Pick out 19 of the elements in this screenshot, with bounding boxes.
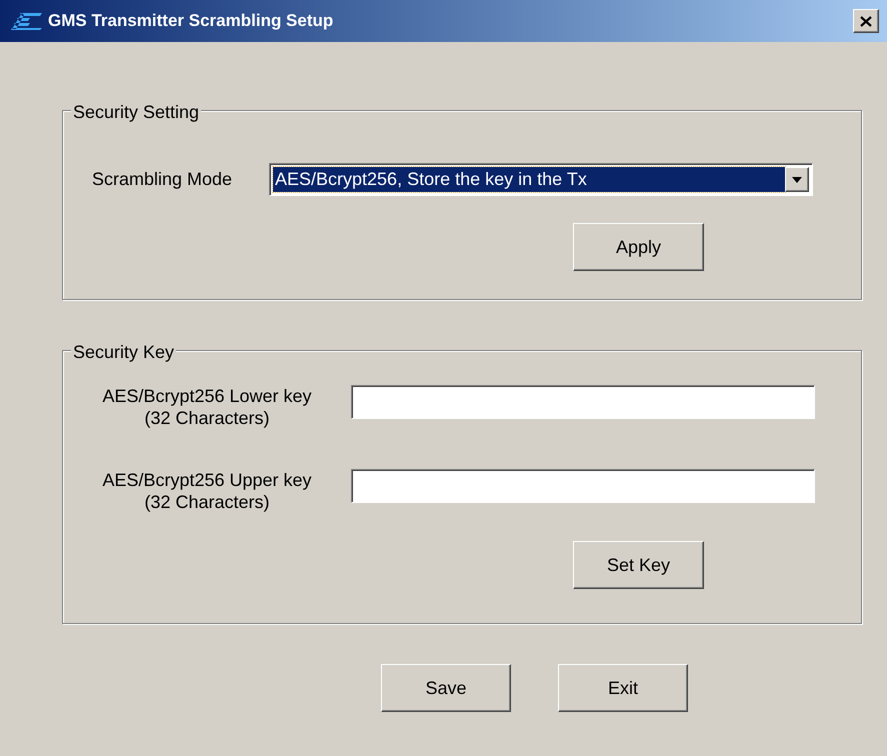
logo-icon: [10, 11, 44, 31]
key-label: AES/Bcrypt256 Lower key: [102, 385, 312, 407]
set-key-button[interactable]: Set Key: [573, 541, 704, 589]
key-input-field[interactable]: [351, 469, 815, 503]
close-icon: [860, 16, 872, 26]
window-title: GMS Transmitter Scrambling Setup: [48, 10, 334, 32]
caret-icon: [792, 176, 802, 182]
dialog-button[interactable]: Save: [381, 664, 511, 712]
scrambling-mode-dropdown[interactable]: AES/Bcrypt256, Store the key in the Tx: [269, 163, 813, 196]
key-label: AES/Bcrypt256 Upper key: [102, 469, 312, 491]
key-hint: (32 Characters): [144, 407, 270, 429]
dialog-button[interactable]: Exit: [558, 664, 688, 712]
dropdown-arrow-button[interactable]: [785, 167, 809, 192]
key-input-field[interactable]: [351, 385, 815, 419]
dropdown-value: AES/Bcrypt256, Store the key in the Tx: [273, 167, 785, 192]
apply-button[interactable]: Apply: [573, 223, 704, 271]
field-label: Scrambling Mode: [92, 168, 234, 191]
close-button[interactable]: [853, 9, 879, 33]
key-hint: (32 Characters): [144, 491, 270, 513]
